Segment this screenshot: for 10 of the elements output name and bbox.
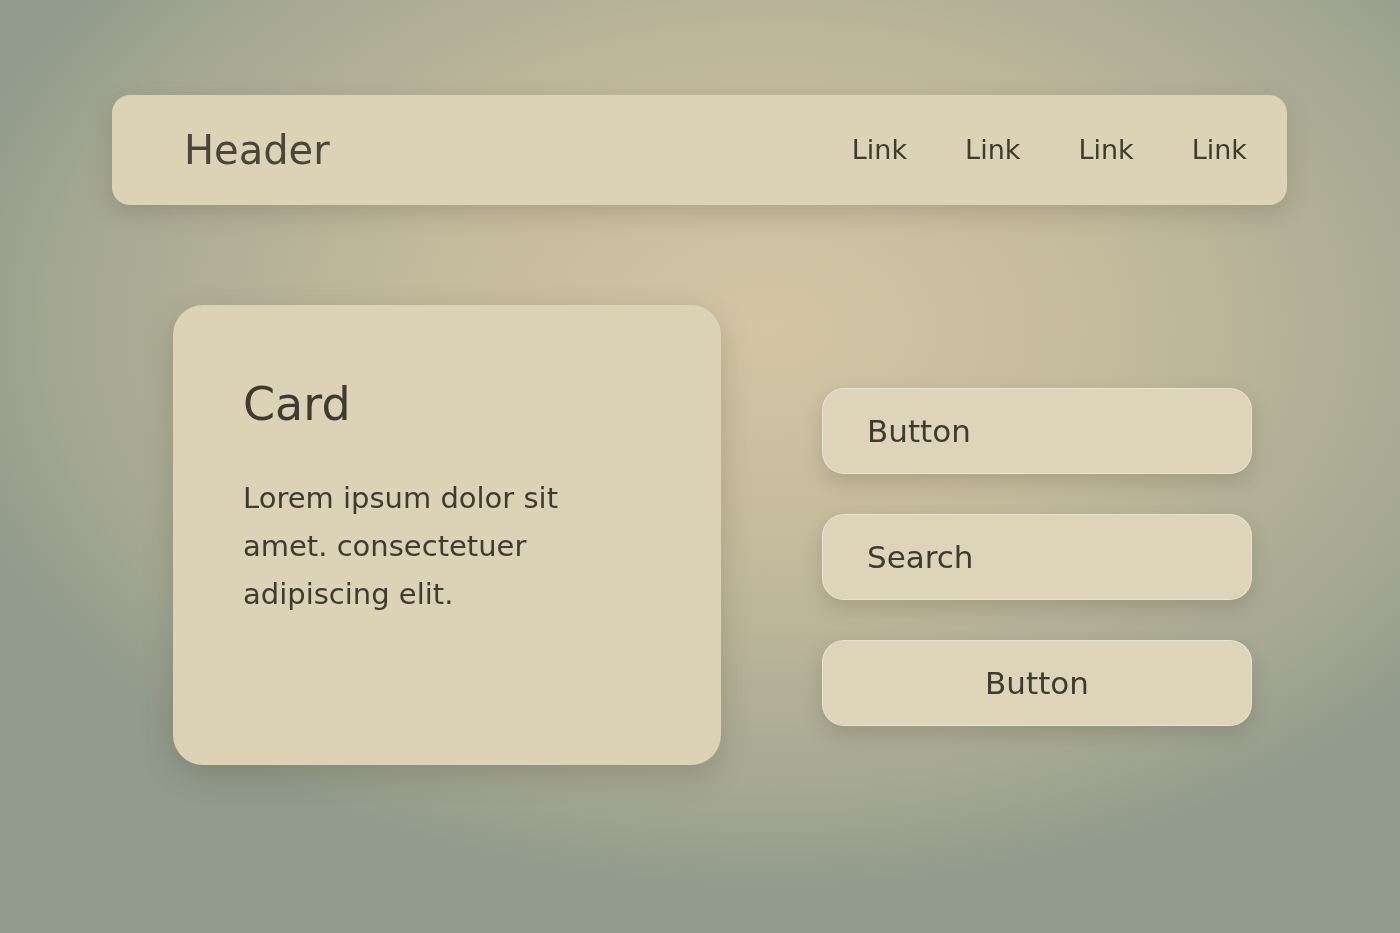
header-title: Header [184,126,330,175]
nav-link[interactable]: Link [851,129,908,171]
card-title: Card [243,377,352,433]
button[interactable]: Button [822,388,1252,474]
nav-link[interactable]: Link [1191,129,1247,171]
button[interactable]: Button [822,640,1252,726]
nav-link[interactable]: Link [965,129,1021,171]
card-text: Lorem ipsum dolor sit amet. consectetuer adipiscing elit. [243,480,560,614]
nav-link[interactable]: Link [1078,129,1134,171]
search-field[interactable]: Search [822,514,1252,600]
